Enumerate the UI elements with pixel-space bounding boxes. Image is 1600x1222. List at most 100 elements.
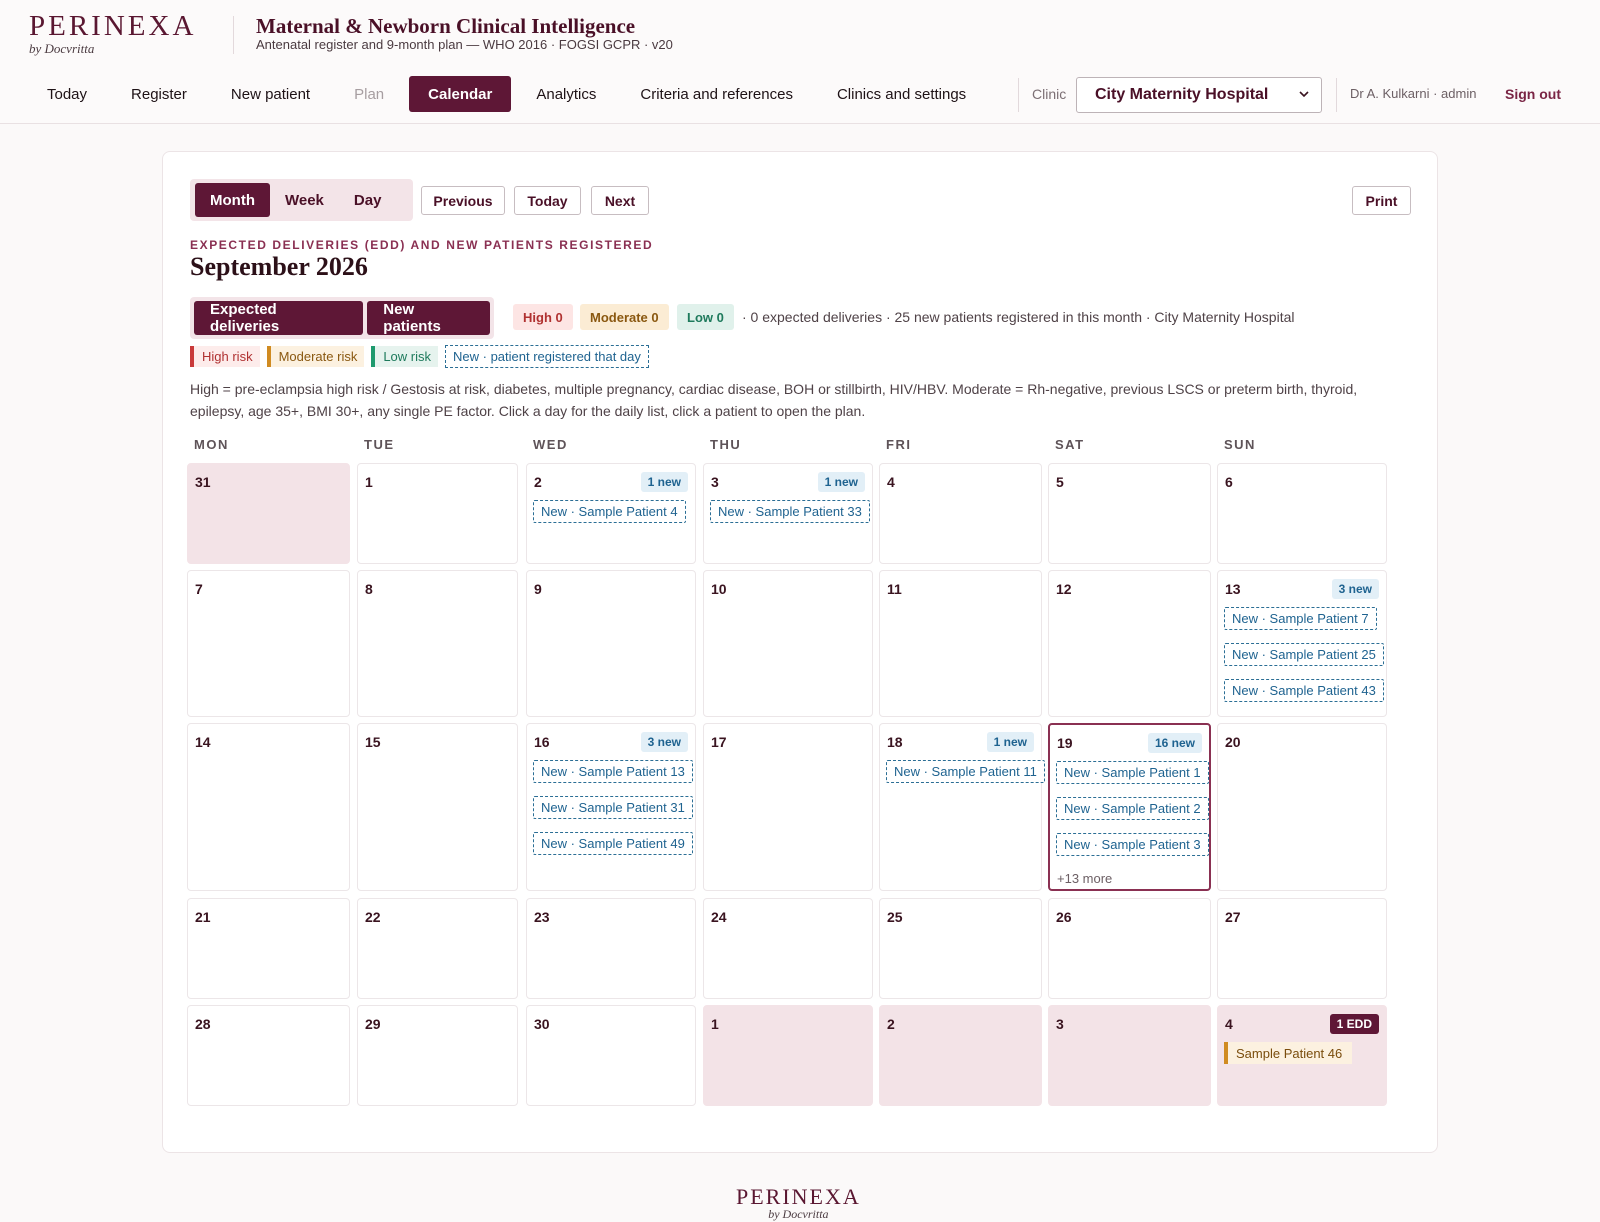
new-patient-chip[interactable]: New · Sample Patient 43 xyxy=(1224,679,1384,702)
day-cell[interactable]: 1 xyxy=(357,463,518,564)
edd-count-badge: 1 EDD xyxy=(1329,1014,1379,1034)
day-cell[interactable]: 21 xyxy=(187,898,350,999)
clinic-label: Clinic xyxy=(1032,86,1067,102)
weekday-header: FRI xyxy=(886,437,912,452)
app-title: Maternal & Newborn Clinical Intelligence xyxy=(256,14,636,38)
day-cell[interactable]: 22 xyxy=(357,898,518,999)
day-cell[interactable]: 3 xyxy=(1048,1005,1211,1106)
day-cell[interactable]: 20 xyxy=(1217,723,1387,891)
risk-legend: High risk Moderate risk Low risk New · p… xyxy=(190,345,656,368)
today-button[interactable]: Today xyxy=(514,186,581,215)
new-patient-chip[interactable]: New · Sample Patient 31 xyxy=(533,796,693,819)
day-number: 3 xyxy=(711,474,719,490)
new-patient-chip[interactable]: New · Sample Patient 13 xyxy=(533,760,693,783)
day-number: 6 xyxy=(1225,474,1233,490)
brand-byline: by Docvritta xyxy=(29,41,95,56)
day-number: 10 xyxy=(711,581,727,597)
nav-analytics[interactable]: Analytics xyxy=(517,76,615,112)
day-cell[interactable]: 14 xyxy=(187,723,350,891)
new-patient-chip[interactable]: New · Sample Patient 3 xyxy=(1056,833,1209,856)
low-risk-count: Low 0 xyxy=(677,304,734,330)
day-number: 8 xyxy=(365,581,373,597)
day-cell[interactable]: 10 xyxy=(703,570,873,717)
new-count-badge: 3 new xyxy=(640,732,688,752)
day-cell[interactable]: 30 xyxy=(526,1005,696,1106)
day-number: 9 xyxy=(534,581,542,597)
previous-button[interactable]: Previous xyxy=(421,186,505,215)
weekday-header: WED xyxy=(533,437,568,452)
day-cell[interactable]: 5 xyxy=(1048,463,1211,564)
view-mode-switch: Month Week Day xyxy=(190,179,413,221)
day-cell[interactable]: 19 16 new New · Sample Patient 1 New · Samp… xyxy=(1048,723,1211,891)
view-day-button[interactable]: Day xyxy=(339,183,397,217)
brand-name: PERINEXA xyxy=(29,10,197,42)
nav-calendar[interactable]: Calendar xyxy=(409,76,512,112)
new-patient-chip[interactable]: New · Sample Patient 11 xyxy=(886,760,1045,783)
sign-out-link[interactable]: Sign out xyxy=(1505,86,1561,102)
day-cell[interactable]: 13 3 new New · Sample Patient 7 New · Sampl… xyxy=(1217,570,1387,717)
day-cell[interactable]: 7 xyxy=(187,570,350,717)
calendar-eyebrow: EXPECTED DELIVERIES (EDD) AND NEW PATIEN… xyxy=(190,238,654,252)
new-patient-chip[interactable]: New · Sample Patient 4 xyxy=(533,500,686,523)
nav-plan[interactable]: Plan xyxy=(335,76,403,112)
new-patient-chip[interactable]: New · Sample Patient 49 xyxy=(533,832,693,855)
day-number: 24 xyxy=(711,909,727,925)
day-cell[interactable]: 26 xyxy=(1048,898,1211,999)
edd-patient-chip[interactable]: Sample Patient 46 xyxy=(1224,1042,1353,1064)
day-number: 19 xyxy=(1057,735,1073,751)
view-month-button[interactable]: Month xyxy=(195,183,270,217)
new-count-badge: 1 new xyxy=(986,732,1034,752)
print-button[interactable]: Print xyxy=(1352,186,1411,215)
next-button[interactable]: Next xyxy=(591,186,649,215)
day-number: 18 xyxy=(887,734,903,750)
day-number: 7 xyxy=(195,581,203,597)
view-week-button[interactable]: Week xyxy=(270,183,339,217)
clinic-select[interactable]: City Maternity Hospital xyxy=(1076,77,1322,113)
title-divider xyxy=(233,16,234,54)
day-cell[interactable]: 3 1 new New · Sample Patient 33 xyxy=(703,463,873,564)
day-number: 23 xyxy=(534,909,550,925)
day-cell[interactable]: 23 xyxy=(526,898,696,999)
day-number: 2 xyxy=(887,1016,895,1032)
new-patient-chip[interactable]: New · Sample Patient 33 xyxy=(710,500,870,523)
day-cell[interactable]: 24 xyxy=(703,898,873,999)
layer-toggle: Expected deliveries New patients xyxy=(190,297,494,339)
nav-clinics-and-settings[interactable]: Clinics and settings xyxy=(818,76,985,112)
day-number: 5 xyxy=(1056,474,1064,490)
day-cell[interactable]: 6 xyxy=(1217,463,1387,564)
day-cell[interactable]: 18 1 new New · Sample Patient 11 xyxy=(879,723,1045,891)
app-subtitle: Antenatal register and 9-month plan — WH… xyxy=(256,37,673,52)
layer-expected-deliveries-toggle[interactable]: Expected deliveries xyxy=(194,301,364,335)
brand-logo[interactable]: PERINEXA by Docvritta xyxy=(29,10,196,57)
day-cell[interactable]: 27 xyxy=(1217,898,1387,999)
nav-today[interactable]: Today xyxy=(28,76,106,112)
day-cell[interactable]: 2 xyxy=(879,1005,1042,1106)
new-patient-chip[interactable]: New · Sample Patient 2 xyxy=(1056,797,1209,820)
nav-divider xyxy=(1336,78,1337,112)
day-cell[interactable]: 8 xyxy=(357,570,518,717)
day-cell[interactable]: 31 xyxy=(187,463,350,564)
day-cell[interactable]: 9 xyxy=(526,570,696,717)
new-patient-chip[interactable]: New · Sample Patient 7 xyxy=(1224,607,1377,630)
day-cell[interactable]: 25 xyxy=(879,898,1042,999)
layer-new-patients-toggle[interactable]: New patients xyxy=(367,301,490,335)
day-cell[interactable]: 29 xyxy=(357,1005,518,1106)
weekday-header: SUN xyxy=(1224,437,1256,452)
day-cell[interactable]: 28 xyxy=(187,1005,350,1106)
day-cell[interactable]: 11 xyxy=(879,570,1042,717)
day-cell[interactable]: 2 1 new New · Sample Patient 4 xyxy=(526,463,696,564)
day-cell[interactable]: 17 xyxy=(703,723,873,891)
new-patient-chip[interactable]: New · Sample Patient 25 xyxy=(1224,643,1384,666)
day-cell[interactable]: 15 xyxy=(357,723,518,891)
day-cell[interactable]: 12 xyxy=(1048,570,1211,717)
nav-criteria-and-references[interactable]: Criteria and references xyxy=(621,76,812,112)
current-user: Dr A. Kulkarni · admin xyxy=(1350,86,1477,101)
day-cell[interactable]: 4 xyxy=(879,463,1042,564)
day-cell[interactable]: 4 1 EDD Sample Patient 46 xyxy=(1217,1005,1387,1106)
more-patients-link[interactable]: +13 more xyxy=(1057,871,1112,886)
nav-new-patient[interactable]: New patient xyxy=(212,76,329,112)
day-cell[interactable]: 1 xyxy=(703,1005,873,1106)
nav-register[interactable]: Register xyxy=(112,76,206,112)
new-patient-chip[interactable]: New · Sample Patient 1 xyxy=(1056,761,1209,784)
day-cell[interactable]: 16 3 new New · Sample Patient 13 New · Samp… xyxy=(526,723,696,891)
